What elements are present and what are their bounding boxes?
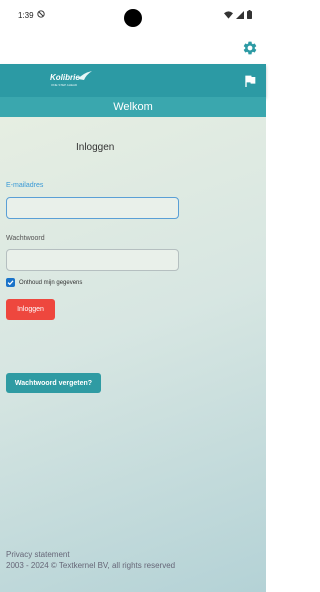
status-time: 1:39: [18, 11, 34, 20]
remember-checkbox[interactable]: [6, 278, 15, 287]
logo-text: Kolibrie: [50, 73, 80, 82]
gear-icon[interactable]: [242, 40, 258, 56]
forgot-password-button[interactable]: Wachtwoord vergeten?: [6, 373, 101, 393]
flag-icon[interactable]: [242, 73, 258, 89]
signal-icon: [236, 10, 244, 19]
remember-me: Onthoud mijn gegevens: [6, 278, 82, 287]
top-bar: [0, 32, 266, 64]
wifi-icon: [224, 10, 233, 19]
kolibrie-logo: Kolibrie ONE STEP AHEAD: [50, 71, 92, 91]
login-heading: Inloggen: [76, 142, 115, 153]
privacy-statement-link[interactable]: Privacy statement: [6, 550, 70, 559]
camera-cutout: [124, 9, 142, 27]
password-label: Wachtwoord: [6, 235, 45, 242]
remember-label: Onthoud mijn gegevens: [19, 279, 83, 286]
email-label: E-mailadres: [6, 182, 44, 189]
logo-tagline: ONE STEP AHEAD: [51, 83, 78, 87]
hummingbird-icon: [78, 71, 92, 80]
login-button[interactable]: Inloggen: [6, 299, 55, 320]
status-bar: 1:39: [0, 0, 266, 32]
copyright-text: 2003 - 2024 © Textkernel BV, all rights …: [6, 561, 176, 570]
page-title: Welkom: [0, 97, 266, 117]
do-not-disturb-icon: [37, 10, 45, 18]
battery-icon: [247, 10, 252, 19]
email-input[interactable]: [6, 197, 179, 219]
password-input[interactable]: [6, 249, 179, 271]
checkmark-icon: [7, 280, 14, 286]
app-header: Kolibrie ONE STEP AHEAD: [0, 64, 266, 97]
login-content: Inloggen E-mailadres Wachtwoord Onthoud …: [0, 117, 266, 592]
